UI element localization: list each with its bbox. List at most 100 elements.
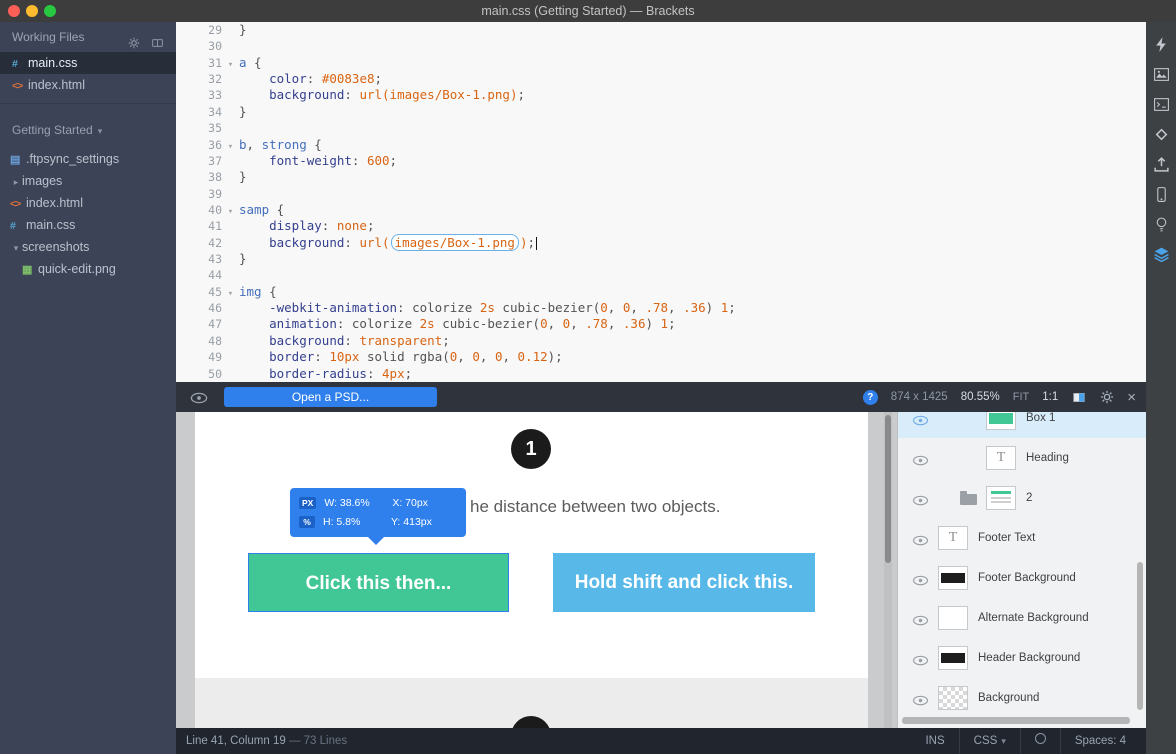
image-viewer-icon[interactable]: [1151, 64, 1171, 84]
close-panel-icon[interactable]: ×: [1127, 390, 1136, 405]
settings-gear-icon[interactable]: [1100, 390, 1114, 404]
split-panes-icon[interactable]: [1071, 391, 1087, 404]
x-value: X: 70px: [392, 496, 428, 509]
live-preview-icon[interactable]: [1151, 34, 1171, 54]
code-line[interactable]: 46 -webkit-animation: colorize 2s cubic-…: [176, 300, 1146, 316]
code-line[interactable]: 49 border: 10px solid rgba(0, 0, 0, 0.12…: [176, 349, 1146, 365]
visibility-eye-icon[interactable]: [912, 453, 929, 471]
layer-row-footer-background[interactable]: Footer Background: [898, 558, 1146, 598]
code-editor[interactable]: 29} 30 31 ▾ a {32 color: #0083e8; 33 backgrou…: [176, 22, 1146, 382]
tree-item-screenshots[interactable]: ▾ screenshots: [0, 236, 176, 258]
layer-thumbnail: [938, 606, 968, 630]
group-layout-thumb: [987, 487, 1015, 509]
code-line[interactable]: 30: [176, 38, 1146, 54]
code-line[interactable]: 45 ▾ img {: [176, 284, 1146, 300]
layers-hscrollbar-thumb[interactable]: [902, 717, 1130, 724]
file-name: screenshots: [22, 240, 90, 254]
code-line[interactable]: 29}: [176, 22, 1146, 38]
css-file-icon: #: [12, 58, 18, 70]
tree-item-main.css[interactable]: # main.css: [0, 214, 176, 236]
code-line[interactable]: 34}: [176, 104, 1146, 120]
preview-scrollbar-thumb[interactable]: [885, 415, 891, 563]
layer-row-box-1[interactable]: Box 1: [898, 412, 1146, 438]
layer-name: Header Background: [978, 652, 1081, 664]
visibility-eye-icon[interactable]: [912, 653, 929, 671]
code-line[interactable]: 39: [176, 186, 1146, 202]
visibility-eye-icon[interactable]: [912, 693, 929, 711]
layers-vscrollbar-thumb[interactable]: [1137, 562, 1143, 710]
working-file-main.css[interactable]: # main.css: [0, 52, 176, 74]
visibility-eye-icon[interactable]: [912, 533, 929, 551]
inspect-eye-icon[interactable]: [190, 391, 208, 409]
visibility-eye-icon[interactable]: [912, 613, 929, 631]
code-line[interactable]: 35: [176, 120, 1146, 136]
insert-mode-toggle[interactable]: INS: [911, 728, 958, 754]
code-line[interactable]: 50 border-radius: 4px;: [176, 366, 1146, 382]
code-line[interactable]: 47 animation: colorize 2s cubic-bezier(0…: [176, 316, 1146, 332]
code-line[interactable]: 37 font-weight: 600;: [176, 153, 1146, 169]
hold-shift-button[interactable]: Hold shift and click this.: [553, 553, 815, 612]
open-psd-button[interactable]: Open a PSD...: [224, 387, 437, 407]
line-number: 43: [208, 252, 222, 267]
layer-row-footer-text[interactable]: T Footer Text: [898, 518, 1146, 558]
visibility-eye-icon[interactable]: [912, 493, 929, 511]
code-line[interactable]: 36 ▾ b, strong {: [176, 137, 1146, 153]
mobile-device-icon[interactable]: [1151, 184, 1171, 204]
code-line[interactable]: 41 display: none;: [176, 218, 1146, 234]
code-line[interactable]: 42 background: url(images/Box-1.png);: [176, 233, 1146, 251]
layer-row-2[interactable]: 2: [898, 478, 1146, 518]
indent-setting[interactable]: Spaces: 4: [1059, 728, 1140, 754]
code-line[interactable]: 44: [176, 267, 1146, 283]
file-name: quick-edit.png: [38, 262, 116, 276]
layer-row-background[interactable]: Background: [898, 678, 1146, 718]
preview-scrollbar[interactable]: [884, 412, 892, 728]
language-selector[interactable]: CSS ▾: [958, 728, 1020, 754]
layer-row-header-background[interactable]: Header Background: [898, 638, 1146, 678]
line-number: 48: [208, 333, 222, 348]
window-title: main.css (Getting Started) — Brackets: [481, 4, 695, 18]
code-line[interactable]: 38}: [176, 169, 1146, 185]
fit-button[interactable]: FIT: [1013, 391, 1030, 403]
code-line[interactable]: 43}: [176, 251, 1146, 267]
dark-bar-thumb: [941, 653, 965, 663]
upload-icon[interactable]: [1151, 154, 1171, 174]
folder-collapsed-icon[interactable]: ▸: [10, 171, 22, 193]
lightbulb-icon[interactable]: [1151, 214, 1171, 234]
tree-item-index.html[interactable]: <> index.html: [0, 192, 176, 214]
zoom-level[interactable]: 80.55%: [961, 391, 1000, 403]
one-to-one-button[interactable]: 1:1: [1042, 391, 1058, 403]
quick-edit-highlight[interactable]: images/Box-1.png: [390, 233, 519, 251]
diamond-icon[interactable]: [1151, 124, 1171, 144]
help-icon[interactable]: ?: [862, 389, 878, 405]
visibility-eye-icon[interactable]: [912, 413, 929, 431]
psd-canvas[interactable]: 1 he distance between two objects. PX W:…: [195, 412, 868, 728]
line-number: 42: [208, 235, 222, 250]
code-line[interactable]: 48 background: transparent;: [176, 333, 1146, 349]
line-number: 50: [208, 366, 222, 381]
layer-row-alternate-background[interactable]: Alternate Background: [898, 598, 1146, 638]
code-line[interactable]: 32 color: #0083e8;: [176, 71, 1146, 87]
tree-item-images[interactable]: ▸ images: [0, 170, 176, 192]
line-number: 49: [208, 350, 222, 365]
extract-layers-icon[interactable]: [1151, 244, 1171, 264]
text-cursor: [536, 236, 538, 250]
tree-item-.ftpsync_settings[interactable]: ▤ .ftpsync_settings: [0, 148, 176, 170]
line-number: 34: [208, 104, 222, 119]
lint-status[interactable]: [1019, 728, 1060, 754]
code-line[interactable]: 40 ▾ samp {: [176, 202, 1146, 218]
width-value: W: 38.6%: [324, 496, 370, 509]
code-line[interactable]: 33 background: url(images/Box-1.png);: [176, 87, 1146, 103]
code-line[interactable]: 31 ▾ a {: [176, 55, 1146, 71]
sidebar: Working Files # main.css <> index.html Gett…: [0, 22, 176, 754]
tree-item-quick-edit.png[interactable]: ▦ quick-edit.png: [0, 258, 176, 280]
project-dropdown[interactable]: Getting Started ▾: [0, 118, 176, 142]
layer-name: Alternate Background: [978, 612, 1089, 624]
layer-name: Background: [978, 692, 1040, 704]
working-file-index.html[interactable]: <> index.html: [0, 74, 176, 96]
px-badge: PX: [299, 496, 317, 509]
click-this-button[interactable]: Click this then...: [248, 553, 509, 612]
visibility-eye-icon[interactable]: [912, 573, 929, 591]
console-icon[interactable]: [1151, 94, 1171, 114]
layer-row-heading[interactable]: T Heading: [898, 438, 1146, 478]
folder-expanded-icon[interactable]: ▾: [10, 237, 22, 259]
